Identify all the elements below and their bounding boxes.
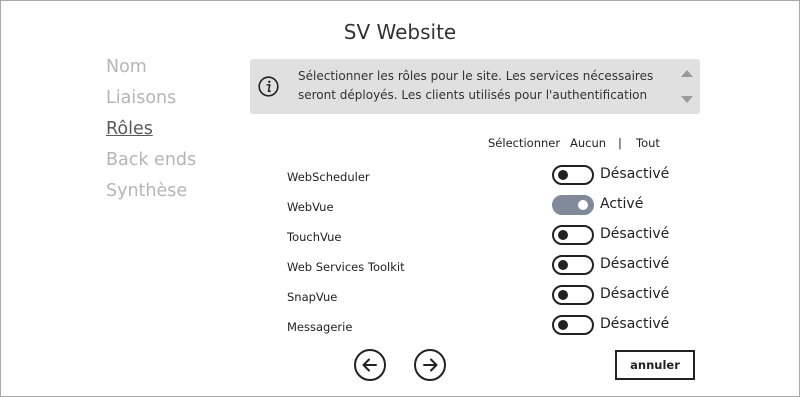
toggle-knob — [578, 200, 588, 210]
info-icon — [258, 76, 279, 97]
state-messagerie: Désactivé — [600, 316, 670, 332]
toggle-messagerie[interactable] — [552, 315, 594, 335]
step-synthese[interactable]: Synthèse — [106, 180, 196, 211]
role-name-messagerie: Messagerie — [287, 320, 353, 334]
info-banner: Sélectionner les rôles pour le site. Les… — [250, 59, 700, 114]
select-all-link[interactable]: Tout — [636, 136, 660, 150]
toggle-webscheduler[interactable] — [552, 165, 594, 185]
arrow-left-icon — [362, 358, 377, 372]
toggle-knob — [558, 170, 568, 180]
select-none-link[interactable]: Aucun — [570, 136, 606, 150]
state-webvue: Activé — [600, 196, 644, 212]
page-title: SV Website — [343, 20, 457, 44]
toggle-knob — [558, 320, 568, 330]
toggle-snapvue[interactable] — [552, 285, 594, 305]
step-nom[interactable]: Nom — [106, 56, 196, 87]
select-label: Sélectionner — [488, 136, 561, 150]
role-name-webscheduler: WebScheduler — [287, 170, 370, 184]
next-button[interactable] — [414, 349, 446, 381]
back-button[interactable] — [354, 349, 386, 381]
role-name-webvue: WebVue — [287, 200, 334, 214]
toggle-webvue[interactable] — [552, 195, 594, 215]
toggle-knob — [558, 290, 568, 300]
state-touchvue: Désactivé — [600, 226, 670, 242]
scroll-up-icon[interactable] — [681, 70, 693, 77]
wizard-steps: Nom Liaisons Rôles Back ends Synthèse — [106, 56, 196, 211]
state-snapvue: Désactivé — [600, 286, 670, 302]
arrow-right-icon — [423, 358, 438, 372]
toggle-knob — [558, 260, 568, 270]
step-roles[interactable]: Rôles — [106, 118, 196, 149]
role-name-snapvue: SnapVue — [287, 290, 338, 304]
role-name-touchvue: TouchVue — [287, 230, 342, 244]
state-web-services-toolkit: Désactivé — [600, 256, 670, 272]
step-back-ends[interactable]: Back ends — [106, 149, 196, 180]
cancel-button[interactable]: annuler — [615, 350, 695, 380]
info-message: Sélectionner les rôles pour le site. Les… — [298, 69, 654, 109]
select-separator: | — [618, 136, 622, 150]
scroll-down-icon[interactable] — [681, 96, 693, 103]
toggle-knob — [558, 230, 568, 240]
state-webscheduler: Désactivé — [600, 166, 670, 182]
toggle-web-services-toolkit[interactable] — [552, 255, 594, 275]
toggle-touchvue[interactable] — [552, 225, 594, 245]
step-liaisons[interactable]: Liaisons — [106, 87, 196, 118]
role-name-web-services-toolkit: Web Services Toolkit — [287, 260, 405, 274]
